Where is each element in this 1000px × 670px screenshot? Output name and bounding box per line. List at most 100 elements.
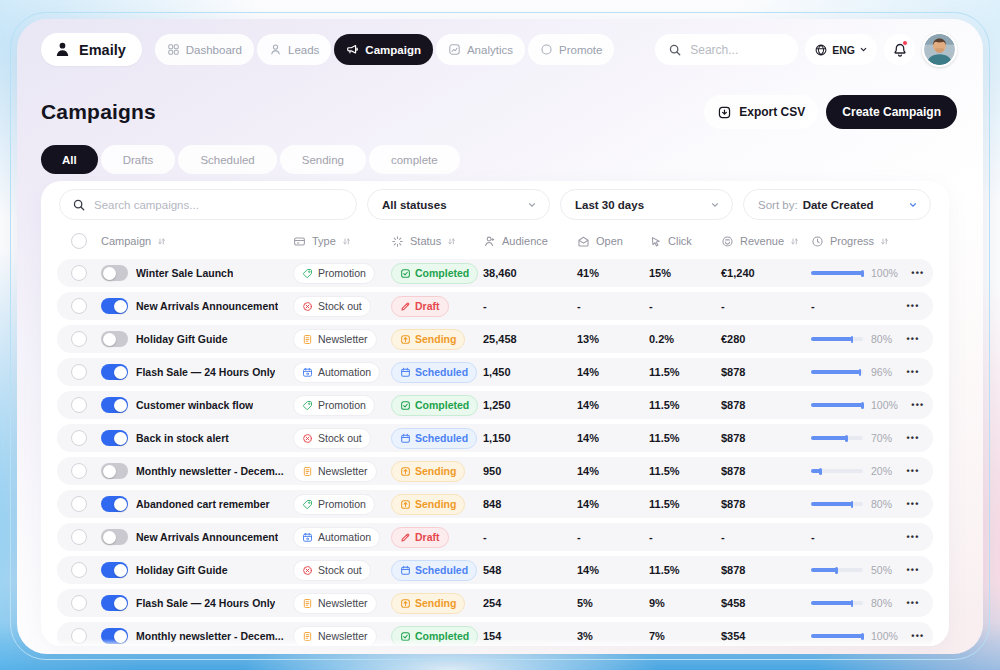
row-menu-button[interactable]: •••	[893, 334, 933, 344]
campaign-toggle[interactable]	[101, 331, 128, 347]
row-checkbox[interactable]	[71, 364, 87, 380]
column-header-open[interactable]: Open	[577, 235, 649, 248]
tab-sending[interactable]: Sending	[280, 145, 366, 174]
nav-item-analytics[interactable]: Analytics	[436, 34, 525, 65]
table-row[interactable]: Holiday Gift GuideNewsletterSending25,45…	[57, 325, 933, 353]
sending-icon	[400, 499, 411, 510]
sending-icon	[400, 598, 411, 609]
analytics-icon	[448, 43, 461, 56]
row-checkbox[interactable]	[71, 595, 87, 611]
table-row[interactable]: Monthly newsletter - Decem...NewsletterC…	[57, 622, 933, 646]
column-header-progress[interactable]: Progress	[811, 235, 893, 248]
app-logo[interactable]: Emaily	[41, 33, 142, 66]
campaign-toggle[interactable]	[101, 595, 128, 611]
row-checkbox[interactable]	[71, 628, 87, 644]
campaign-toggle[interactable]	[101, 628, 128, 644]
global-search-input[interactable]: Search...	[655, 34, 798, 65]
table-row[interactable]: Flash Sale — 24 Hours OnlyAutomationSche…	[57, 358, 933, 386]
row-menu-button[interactable]: •••	[893, 532, 933, 542]
promote-icon	[540, 43, 553, 56]
tab-drafts[interactable]: Drafts	[101, 145, 176, 174]
row-checkbox[interactable]	[71, 331, 87, 347]
export-csv-button[interactable]: Export CSV	[704, 95, 818, 129]
row-checkbox[interactable]	[71, 529, 87, 545]
row-menu-button[interactable]: •••	[893, 565, 933, 575]
row-checkbox[interactable]	[71, 430, 87, 446]
row-checkbox[interactable]	[71, 562, 87, 578]
campaign-toggle[interactable]	[101, 463, 128, 479]
table-row[interactable]: Customer winback flowPromotionCompleted1…	[57, 391, 933, 419]
table-row[interactable]: Winter Sale LaunchPromotionCompleted38,4…	[57, 259, 933, 287]
completed-icon	[400, 400, 411, 411]
dashboard-icon	[167, 43, 180, 56]
table-row[interactable]: Holiday Gift GuideStock outScheduled5481…	[57, 556, 933, 584]
status-badge: Sending	[391, 329, 465, 350]
download-icon	[717, 105, 732, 120]
table-row[interactable]: Back in stock alertStock outScheduled1,1…	[57, 424, 933, 452]
campaign-toggle[interactable]	[101, 298, 128, 314]
status-filter-select[interactable]: All statuses	[367, 189, 550, 220]
nav-item-campaign[interactable]: Campaign	[334, 34, 433, 65]
campaign-toggle[interactable]	[101, 265, 128, 281]
date-range-select[interactable]: Last 30 days	[560, 189, 733, 220]
row-menu-button[interactable]: •••	[893, 499, 933, 509]
table-header: CampaignTypeStatusAudienceOpenClickReven…	[57, 228, 933, 254]
campaign-toggle[interactable]	[101, 562, 128, 578]
row-menu-button[interactable]: •••	[893, 466, 933, 476]
table-row[interactable]: Monthly newsletter - Decem...NewsletterS…	[57, 457, 933, 485]
type-badge: Promotion	[293, 263, 375, 284]
column-header-audience[interactable]: Audience	[483, 235, 577, 248]
column-header-revenue[interactable]: Revenue	[721, 235, 811, 248]
sort-icon	[156, 236, 167, 247]
row-menu-button[interactable]: •••	[893, 433, 933, 443]
notifications-button[interactable]	[884, 34, 915, 65]
sort-select[interactable]: Sort by: Date Created	[743, 189, 931, 220]
row-checkbox[interactable]	[71, 496, 87, 512]
table-row[interactable]: New Arrivals AnnouncementStock outDraft-…	[57, 292, 933, 320]
nav-item-dashboard[interactable]: Dashboard	[155, 34, 254, 65]
row-checkbox[interactable]	[71, 298, 87, 314]
nav-item-promote[interactable]: Promote	[528, 34, 614, 65]
campaign-toggle[interactable]	[101, 496, 128, 512]
newsletter-icon	[302, 466, 313, 477]
column-header-campaign[interactable]: Campaign	[101, 235, 293, 247]
column-header-type[interactable]: Type	[293, 235, 391, 248]
row-checkbox[interactable]	[71, 265, 87, 281]
page-header: Campaigns Export CSV Create Campaign	[41, 95, 957, 129]
row-menu-button[interactable]: •••	[893, 598, 933, 608]
language-selector[interactable]: ENG	[805, 34, 877, 65]
campaign-toggle[interactable]	[101, 529, 128, 545]
notification-dot	[902, 40, 908, 46]
row-menu-button[interactable]: •••	[893, 367, 933, 377]
column-header-click[interactable]: Click	[649, 235, 721, 248]
megaphone-icon	[346, 43, 359, 56]
table-row[interactable]: Flash Sale — 24 Hours OnlyNewsletterSend…	[57, 589, 933, 617]
sort-icon	[879, 236, 890, 247]
row-checkbox[interactable]	[71, 397, 87, 413]
table-row[interactable]: Abandoned cart rememberPromotionSending8…	[57, 490, 933, 518]
row-menu-button[interactable]: •••	[898, 400, 938, 410]
tab-all[interactable]: All	[41, 145, 98, 174]
user-avatar[interactable]	[922, 32, 957, 67]
row-menu-button[interactable]: •••	[898, 631, 938, 641]
app-window: Emaily DashboardLeadsCampaignAnalyticsPr…	[17, 19, 983, 654]
campaign-toggle[interactable]	[101, 397, 128, 413]
tab-complete[interactable]: complete	[369, 145, 460, 174]
status-badge: Sending	[391, 593, 465, 614]
campaign-search-input[interactable]: Search campaigns...	[59, 189, 357, 220]
tab-scheduled[interactable]: Scheduled	[178, 145, 276, 174]
nav-item-leads[interactable]: Leads	[257, 34, 331, 65]
column-header-status[interactable]: Status	[391, 235, 483, 248]
campaign-toggle[interactable]	[101, 430, 128, 446]
row-menu-button[interactable]: •••	[893, 301, 933, 311]
progress-bar	[811, 469, 863, 473]
promotion-icon	[302, 499, 313, 510]
campaign-toggle[interactable]	[101, 364, 128, 380]
row-menu-button[interactable]: •••	[898, 268, 938, 278]
chevron-down-icon	[710, 200, 720, 210]
table-row[interactable]: New Arrivals AnnouncementAutomationDraft…	[57, 523, 933, 551]
select-all-checkbox[interactable]	[71, 233, 87, 249]
type-badge: Newsletter	[293, 626, 377, 647]
create-campaign-button[interactable]: Create Campaign	[826, 95, 957, 129]
row-checkbox[interactable]	[71, 463, 87, 479]
